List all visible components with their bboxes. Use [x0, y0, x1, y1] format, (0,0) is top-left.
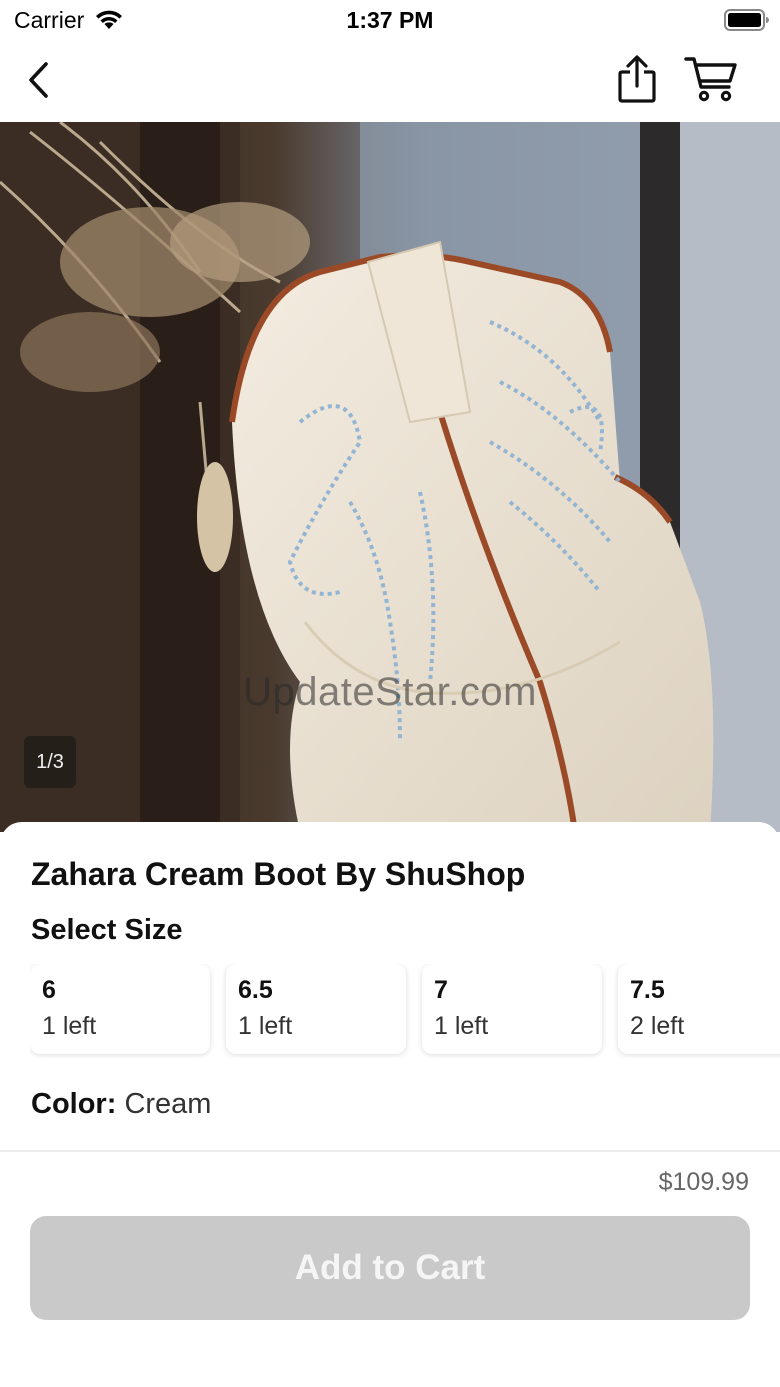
size-stock: 1 left	[42, 1012, 97, 1040]
product-title: Zahara Cream Boot By ShuShop	[31, 856, 526, 892]
size-value: 7.5	[630, 976, 665, 1004]
product-image-carousel[interactable]: UpdateStar.com 1/3	[0, 122, 780, 832]
color-info: Color: Cream	[31, 1088, 211, 1121]
size-options-list[interactable]: 6 1 left 6.5 1 left 7 1 left 7.5 2 left	[30, 964, 780, 1058]
size-value: 6	[42, 976, 56, 1004]
share-button[interactable]	[608, 50, 666, 108]
battery-icon	[724, 9, 769, 31]
size-stock: 1 left	[238, 1012, 293, 1040]
size-stock: 2 left	[630, 1012, 685, 1040]
image-page-indicator: 1/3	[24, 736, 76, 788]
size-stock: 1 left	[434, 1012, 489, 1040]
product-price: $109.99	[658, 1168, 749, 1196]
product-details-sheet: Zahara Cream Boot By ShuShop Select Size…	[0, 822, 780, 1152]
color-label: Color:	[31, 1088, 117, 1120]
back-button[interactable]	[14, 54, 62, 106]
size-option-7[interactable]: 7 1 left	[422, 964, 602, 1054]
size-option-6[interactable]: 6 1 left	[30, 964, 210, 1054]
add-to-cart-button[interactable]: Add to Cart	[30, 1216, 750, 1320]
size-option-6-5[interactable]: 6.5 1 left	[226, 964, 406, 1054]
clock: 1:37 PM	[346, 7, 434, 33]
navigation-bar	[0, 40, 780, 122]
watermark-text: UpdateStar.com	[243, 670, 537, 714]
size-value: 7	[434, 976, 448, 1004]
share-icon	[618, 55, 656, 103]
product-photo	[0, 122, 780, 832]
checkout-bar: $109.99 Add to Cart	[0, 1150, 780, 1387]
cart-button[interactable]	[680, 50, 742, 108]
status-bar: Carrier 1:37 PM	[0, 0, 780, 40]
cart-icon	[684, 57, 737, 102]
size-option-7-5[interactable]: 7.5 2 left	[618, 964, 780, 1054]
color-value: Cream	[124, 1088, 212, 1120]
chevron-left-icon	[29, 62, 48, 98]
size-value: 6.5	[238, 976, 273, 1004]
size-section-heading: Select Size	[31, 914, 183, 946]
